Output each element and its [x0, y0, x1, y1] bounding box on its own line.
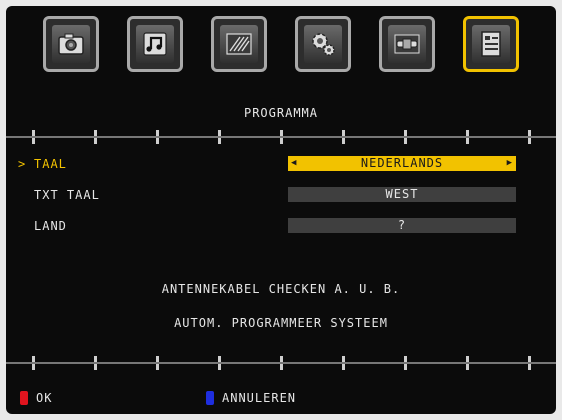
tab-music[interactable] — [127, 16, 183, 72]
tv-menu-screen: PROGRAMMA > TAAL ◀ NEDERLANDS ▶ TXT TAAL… — [6, 6, 556, 414]
menu-category-toolbar — [6, 16, 556, 88]
tab-picture[interactable] — [211, 16, 267, 72]
connection-cable-icon — [394, 34, 420, 54]
country-selector[interactable]: ? — [288, 218, 516, 233]
music-note-icon — [143, 32, 167, 56]
row-label: LAND — [34, 219, 67, 233]
language-selector[interactable]: ◀ NEDERLANDS ▶ — [288, 156, 516, 171]
txt-language-selector[interactable]: WEST — [288, 187, 516, 202]
cancel-label: ANNULEREN — [222, 391, 297, 405]
menu-row-txt-taal[interactable]: TXT TAAL WEST — [6, 187, 556, 205]
arrow-left-icon[interactable]: ◀ — [291, 156, 297, 171]
divider-top — [6, 130, 556, 144]
arrow-right-icon[interactable]: ▶ — [507, 156, 513, 171]
menu-row-taal[interactable]: > TAAL ◀ NEDERLANDS ▶ — [6, 156, 556, 174]
divider-bottom — [6, 356, 556, 370]
row-value: WEST — [385, 187, 419, 201]
tab-settings[interactable] — [295, 16, 351, 72]
document-icon — [481, 31, 501, 57]
menu-row-land[interactable]: LAND ? — [6, 218, 556, 236]
row-label: TXT TAAL — [34, 188, 100, 202]
antenna-check-message: ANTENNEKABEL CHECKEN A. U. B. — [161, 282, 401, 296]
tab-program[interactable] — [463, 16, 519, 72]
blue-key-icon — [206, 391, 214, 405]
auto-program-message: AUTOM. PROGRAMMEER SYSTEEM — [174, 316, 388, 330]
picture-settings-icon — [226, 33, 252, 55]
camera-icon — [58, 33, 84, 55]
row-label: TAAL — [34, 157, 67, 171]
cancel-button[interactable]: ANNULEREN — [206, 390, 296, 406]
ok-button[interactable]: OK — [20, 390, 52, 406]
gears-icon — [312, 33, 335, 56]
row-value: NEDERLANDS — [360, 156, 444, 170]
menu-title: PROGRAMMA — [243, 106, 319, 120]
tab-camera[interactable] — [43, 16, 99, 72]
tab-connection[interactable] — [379, 16, 435, 72]
ok-label: OK — [36, 391, 53, 405]
selection-marker: > — [18, 157, 26, 171]
red-key-icon — [20, 391, 28, 405]
row-value: ? — [397, 218, 407, 232]
